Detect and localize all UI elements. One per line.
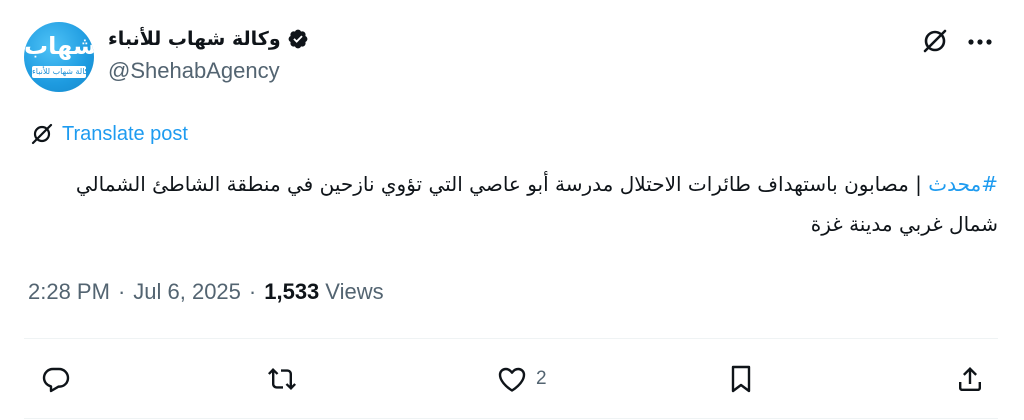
verified-badge-icon (287, 28, 309, 50)
reply-button[interactable] (40, 362, 72, 396)
meta-separator: · (117, 279, 126, 304)
author-name-row: وكالة شهاب للأنباء (108, 24, 309, 54)
avatar-logo-script: شهاب (24, 32, 94, 60)
bookmark-button[interactable] (725, 362, 757, 396)
translate-icon (30, 122, 54, 146)
divider (24, 418, 998, 419)
meta-separator: · (248, 279, 257, 304)
tweet-time[interactable]: 2:28 PM (28, 279, 110, 305)
grok-icon[interactable] (918, 24, 952, 58)
like-button[interactable]: 2 (496, 362, 547, 396)
divider (24, 338, 998, 339)
author-handle[interactable]: @ShehabAgency (108, 58, 280, 84)
reply-icon (42, 367, 70, 393)
avatar-logo-band: وكالة شهاب للأنباء (32, 66, 86, 78)
tweet-meta: 2:28 PM · Jul 6, 2025 · 1,533 Views (28, 276, 384, 308)
translate-post-link[interactable]: Translate post (30, 119, 188, 149)
views-label: Views (325, 279, 384, 304)
share-icon (959, 367, 981, 391)
tweet-body: | مصابون باستهداف طائرات الاحتلال مدرسة … (75, 172, 998, 236)
bookmark-icon (731, 365, 751, 393)
more-icon[interactable] (964, 26, 996, 58)
views-count: 1,533 (264, 279, 320, 304)
author-display-name[interactable]: وكالة شهاب للأنباء (108, 28, 281, 50)
translate-post-label: Translate post (62, 122, 188, 145)
heart-icon (498, 367, 526, 392)
retweet-button[interactable] (266, 362, 298, 396)
retweet-icon (268, 368, 296, 390)
avatar[interactable]: شهاب وكالة شهاب للأنباء (24, 22, 94, 92)
tweet-hashtag[interactable]: #محدث (928, 172, 998, 196)
like-count: 2 (536, 368, 547, 389)
tweet-date[interactable]: Jul 6, 2025 (133, 279, 241, 305)
share-button[interactable] (954, 362, 986, 396)
tweet-text: #محدث | مصابون باستهداف طائرات الاحتلال … (24, 164, 998, 244)
